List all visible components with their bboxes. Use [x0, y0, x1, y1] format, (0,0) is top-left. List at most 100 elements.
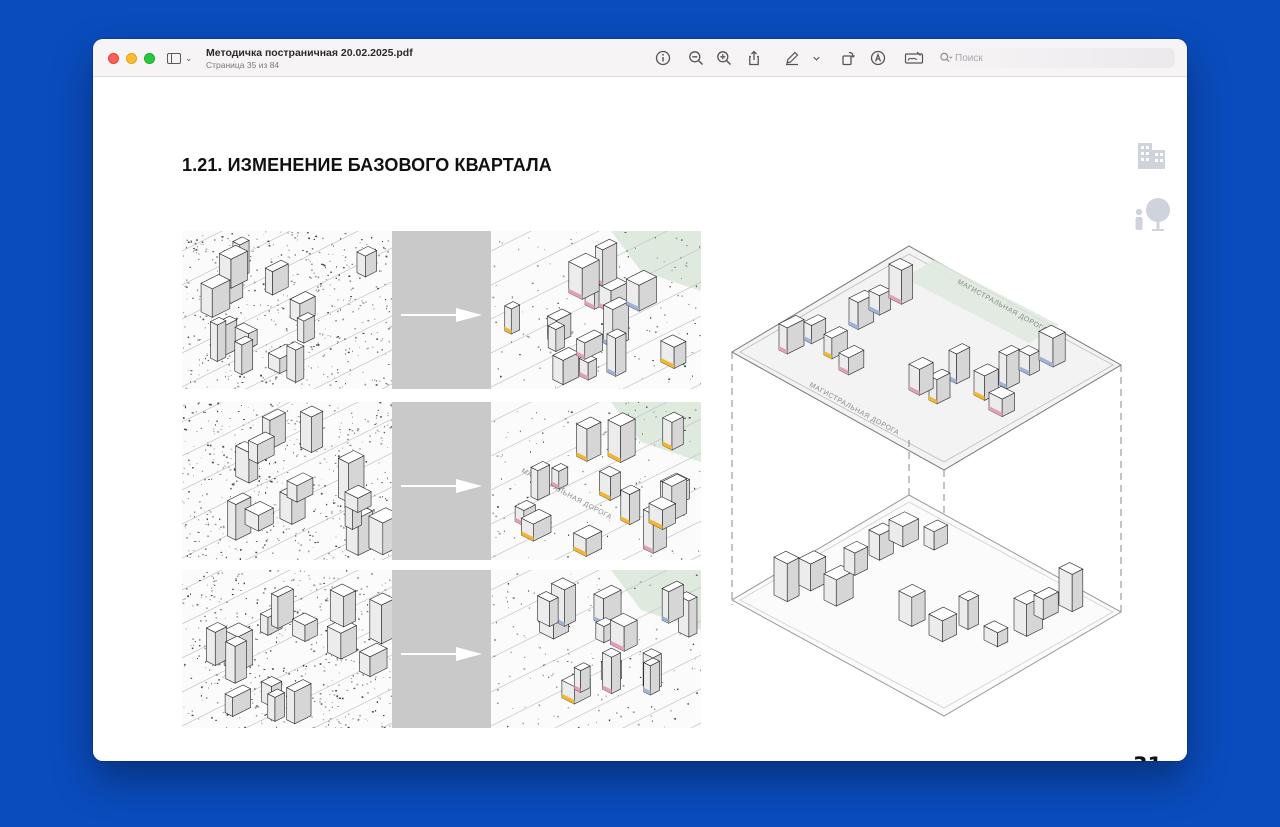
texture-dot: [222, 533, 224, 535]
texture-dot: [282, 683, 284, 685]
rotate-button[interactable]: [839, 49, 857, 67]
building-face: [200, 282, 213, 318]
texture-dot: [215, 674, 218, 676]
texture-dot: [220, 551, 223, 553]
texture-dot: [210, 318, 212, 320]
texture-dot: [642, 433, 643, 435]
texture-dot: [226, 726, 228, 728]
texture-dot: [308, 253, 311, 255]
close-button[interactable]: [108, 53, 119, 64]
texture-dot: [251, 699, 253, 701]
texture-dot: [269, 462, 271, 465]
texture-dot: [200, 427, 202, 429]
texture-dot: [220, 526, 223, 528]
texture-dot: [337, 310, 339, 313]
texture-dot: [295, 324, 297, 326]
texture-dot: [623, 277, 626, 279]
texture-dot: [192, 638, 195, 640]
texture-dot: [273, 525, 275, 527]
texture-dot: [334, 502, 336, 504]
share-button[interactable]: [745, 49, 763, 67]
texture-dot: [221, 239, 223, 241]
isometric-base-block: [182, 570, 393, 728]
texture-dot: [492, 494, 494, 496]
texture-dot: [641, 377, 643, 380]
info-button[interactable]: [654, 49, 672, 67]
texture-dot: [375, 286, 378, 288]
texture-dot: [699, 335, 701, 337]
texture-dot: [254, 693, 256, 695]
toolbar: ⌄ Методичка постраничная 20.02.2025.pdf …: [93, 39, 1187, 77]
texture-dot: [194, 516, 195, 518]
texture-dot: [567, 421, 569, 424]
texture-dot: [352, 416, 353, 418]
texture-dot: [283, 721, 285, 723]
texture-dot: [320, 492, 323, 495]
texture-dot: [185, 524, 187, 526]
texture-dot: [211, 682, 212, 685]
building-face: [786, 557, 800, 603]
texture-dot: [253, 246, 255, 248]
texture-dot: [524, 706, 526, 708]
texture-dot: [537, 346, 540, 348]
texture-dot: [184, 440, 186, 442]
search-field[interactable]: Поиск: [935, 48, 1175, 68]
arrow-right-icon: [401, 479, 482, 493]
texture-dot: [271, 405, 274, 407]
texture-dot: [266, 486, 268, 489]
texture-dot: [194, 541, 197, 542]
texture-dot: [313, 238, 316, 240]
markup-button[interactable]: [783, 49, 801, 67]
texture-dot: [328, 724, 329, 726]
texture-dot: [233, 482, 235, 485]
texture-dot: [524, 636, 527, 638]
building-face: [901, 264, 913, 305]
texture-dot: [536, 443, 537, 445]
texture-dot: [204, 645, 206, 647]
texture-dot: [297, 235, 299, 237]
texture-dot: [674, 689, 675, 691]
texture-dot: [508, 607, 509, 609]
texture-dot: [274, 461, 277, 464]
texture-dot: [320, 603, 322, 605]
texture-dot: [495, 285, 497, 287]
texture-dot: [229, 245, 231, 246]
texture-dot: [318, 484, 320, 487]
texture-dot: [221, 411, 222, 412]
texture-dot: [605, 695, 607, 697]
texture-dot: [249, 666, 251, 669]
street-line: [182, 402, 223, 423]
texture-dot: [367, 692, 369, 694]
texture-dot: [380, 270, 382, 272]
texture-dot: [627, 255, 629, 258]
texture-dot: [206, 607, 208, 609]
markup-dropdown-button[interactable]: [810, 49, 822, 67]
zoom-in-button[interactable]: [715, 49, 733, 67]
texture-dot: [350, 660, 353, 662]
texture-dot: [528, 336, 530, 338]
texture-dot: [335, 545, 338, 547]
texture-dot: [274, 587, 276, 589]
texture-dot: [638, 358, 640, 360]
texture-dot: [680, 278, 682, 279]
texture-dot: [228, 426, 231, 427]
fullscreen-button[interactable]: [144, 53, 155, 64]
texture-dot: [195, 411, 197, 413]
signature-button[interactable]: [903, 49, 925, 67]
zoom-out-button[interactable]: [687, 49, 705, 67]
texture-dot: [358, 618, 360, 620]
texture-dot: [382, 496, 383, 498]
texture-dot: [213, 577, 214, 579]
texture-dot: [497, 506, 499, 508]
texture-dot: [530, 677, 531, 679]
sidebar-toggle-button[interactable]: ⌄: [167, 50, 197, 66]
texture-dot: [310, 346, 313, 348]
texture-dot: [327, 685, 329, 687]
minimize-button[interactable]: [126, 53, 137, 64]
texture-dot: [243, 582, 245, 585]
texture-dot: [331, 304, 333, 306]
texture-dot: [376, 415, 378, 417]
texture-dot: [221, 425, 223, 427]
annotate-button[interactable]: [869, 49, 887, 67]
texture-dot: [664, 314, 666, 316]
